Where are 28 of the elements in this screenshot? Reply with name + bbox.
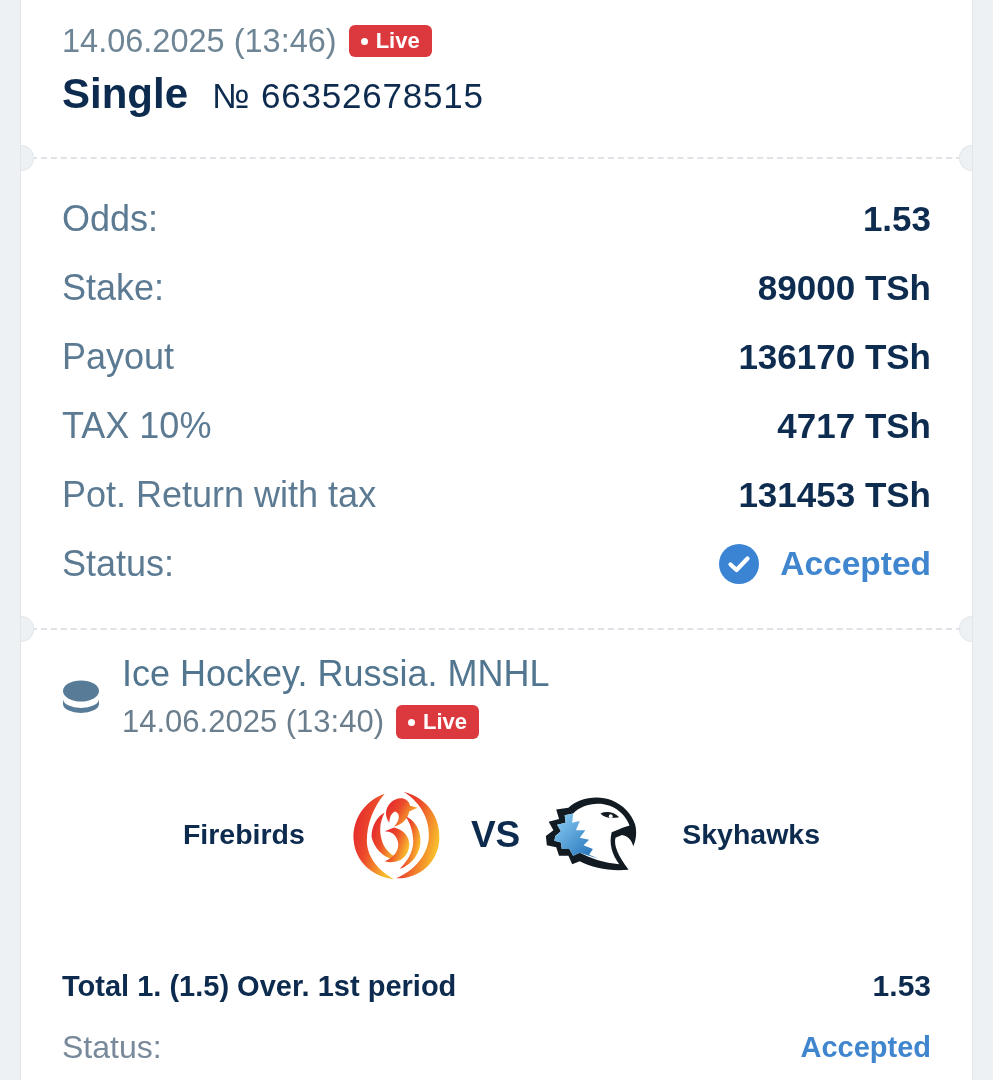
bet-selection: Total 1. (1.5) Over. 1st period bbox=[62, 969, 457, 1003]
selection-odds: 1.53 bbox=[872, 969, 931, 1003]
bet-type: Single bbox=[62, 69, 189, 119]
summary-label: Odds: bbox=[62, 197, 159, 240]
bet-number: № 66352678515 bbox=[212, 75, 484, 117]
summary-label: Pot. Return with tax bbox=[62, 473, 377, 516]
summary-label: Stake: bbox=[62, 266, 165, 309]
summary-value: 89000 TSh bbox=[757, 267, 931, 308]
hockey-puck-icon bbox=[62, 678, 100, 715]
summary-label: Status: bbox=[62, 542, 175, 585]
status-value: Accepted bbox=[780, 544, 931, 583]
bet-date: 14.06.2025 (13:46) bbox=[62, 24, 337, 58]
summary-value: 1.53 bbox=[862, 198, 931, 239]
summary-label: TAX 10% bbox=[62, 404, 212, 447]
versus-label: VS bbox=[470, 813, 521, 856]
event-date: 14.06.2025 (13:40) bbox=[122, 704, 384, 740]
check-circle-icon bbox=[719, 543, 760, 584]
summary-value: 4717 TSh bbox=[777, 405, 931, 446]
summary-value: 131453 TSh bbox=[738, 474, 931, 515]
live-badge: Live bbox=[348, 25, 432, 57]
summary-label: Payout bbox=[62, 335, 175, 378]
league-name: Ice Hockey. Russia. MNHL bbox=[122, 654, 550, 694]
live-badge: Live bbox=[396, 705, 480, 739]
status-label: Status: bbox=[62, 1028, 162, 1066]
status-value: Accepted bbox=[800, 1030, 931, 1064]
away-team-name: Skyhawks bbox=[682, 818, 821, 851]
home-team-name: Firebirds bbox=[182, 818, 305, 851]
summary-value: 136170 TSh bbox=[738, 336, 931, 377]
